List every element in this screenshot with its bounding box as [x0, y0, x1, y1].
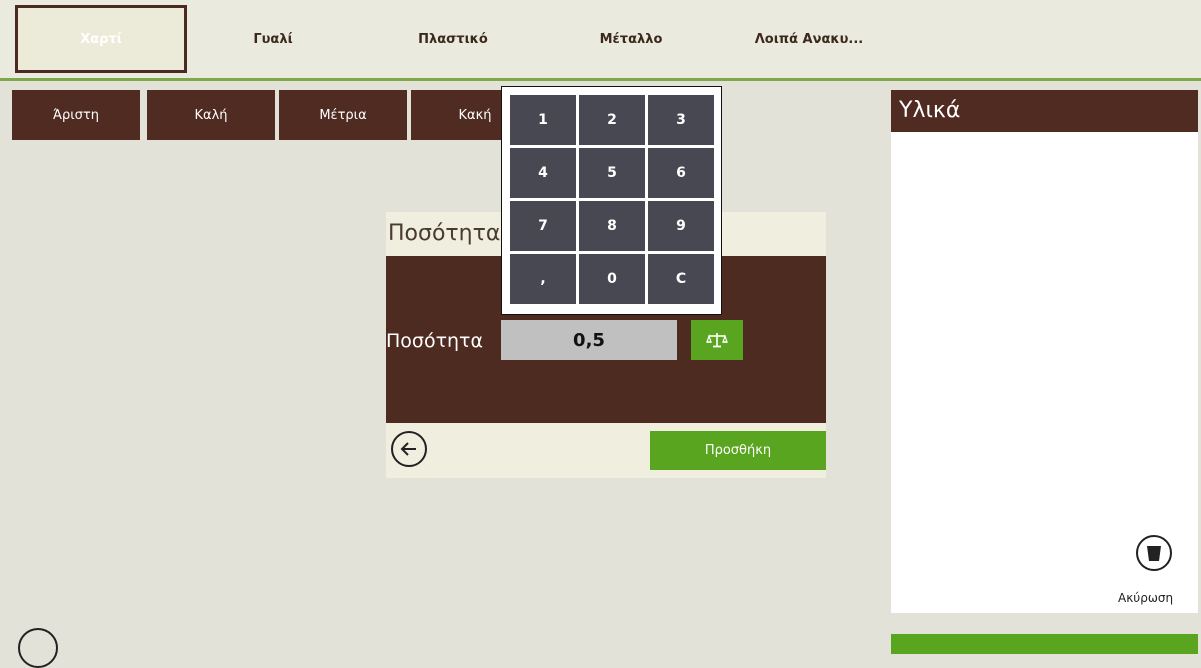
quantity-dialog-title: Ποσότητα: [388, 221, 501, 246]
bottom-nav-button[interactable]: [18, 628, 58, 668]
tab-glass[interactable]: Γυαλί: [187, 5, 359, 73]
key-5[interactable]: 5: [579, 148, 645, 198]
key-4[interactable]: 4: [510, 148, 576, 198]
quality-good-button[interactable]: Καλή: [147, 90, 275, 140]
scale-button[interactable]: [691, 320, 743, 360]
quality-average-button[interactable]: Μέτρια: [279, 90, 407, 140]
key-8[interactable]: 8: [579, 201, 645, 251]
bottom-action-button[interactable]: [891, 634, 1198, 654]
key-3[interactable]: 3: [648, 95, 714, 145]
tab-paper[interactable]: Χαρτί: [15, 5, 187, 73]
cancel-button[interactable]: [1136, 535, 1172, 571]
tab-metal[interactable]: Μέταλλο: [545, 5, 717, 73]
key-2[interactable]: 2: [579, 95, 645, 145]
key-9[interactable]: 9: [648, 201, 714, 251]
key-6[interactable]: 6: [648, 148, 714, 198]
numeric-keypad: 1 2 3 4 5 6 7 8 9 , 0 C: [501, 86, 722, 315]
key-1[interactable]: 1: [510, 95, 576, 145]
back-arrow-icon: [400, 442, 416, 456]
add-button[interactable]: Προσθήκη: [650, 431, 826, 470]
quantity-label: Ποσότητα: [386, 330, 484, 352]
trash-icon: [1147, 546, 1161, 561]
key-clear[interactable]: C: [648, 254, 714, 304]
back-button[interactable]: [391, 431, 427, 467]
quality-excellent-button[interactable]: Άριστη: [12, 90, 140, 140]
key-0[interactable]: 0: [579, 254, 645, 304]
quantity-input[interactable]: [501, 320, 677, 360]
key-7[interactable]: 7: [510, 201, 576, 251]
materials-panel-title: Υλικά: [891, 90, 1198, 132]
key-comma[interactable]: ,: [510, 254, 576, 304]
category-tab-bar: Χαρτί Γυαλί Πλαστικό Μέταλλο Λοιπά Ανακυ…: [0, 0, 1201, 81]
cancel-label: Ακύρωση: [1118, 591, 1174, 605]
scale-icon: [706, 333, 728, 348]
tab-other-recyclables[interactable]: Λοιπά Ανακυ...: [723, 5, 895, 73]
tab-plastic[interactable]: Πλαστικό: [367, 5, 539, 73]
